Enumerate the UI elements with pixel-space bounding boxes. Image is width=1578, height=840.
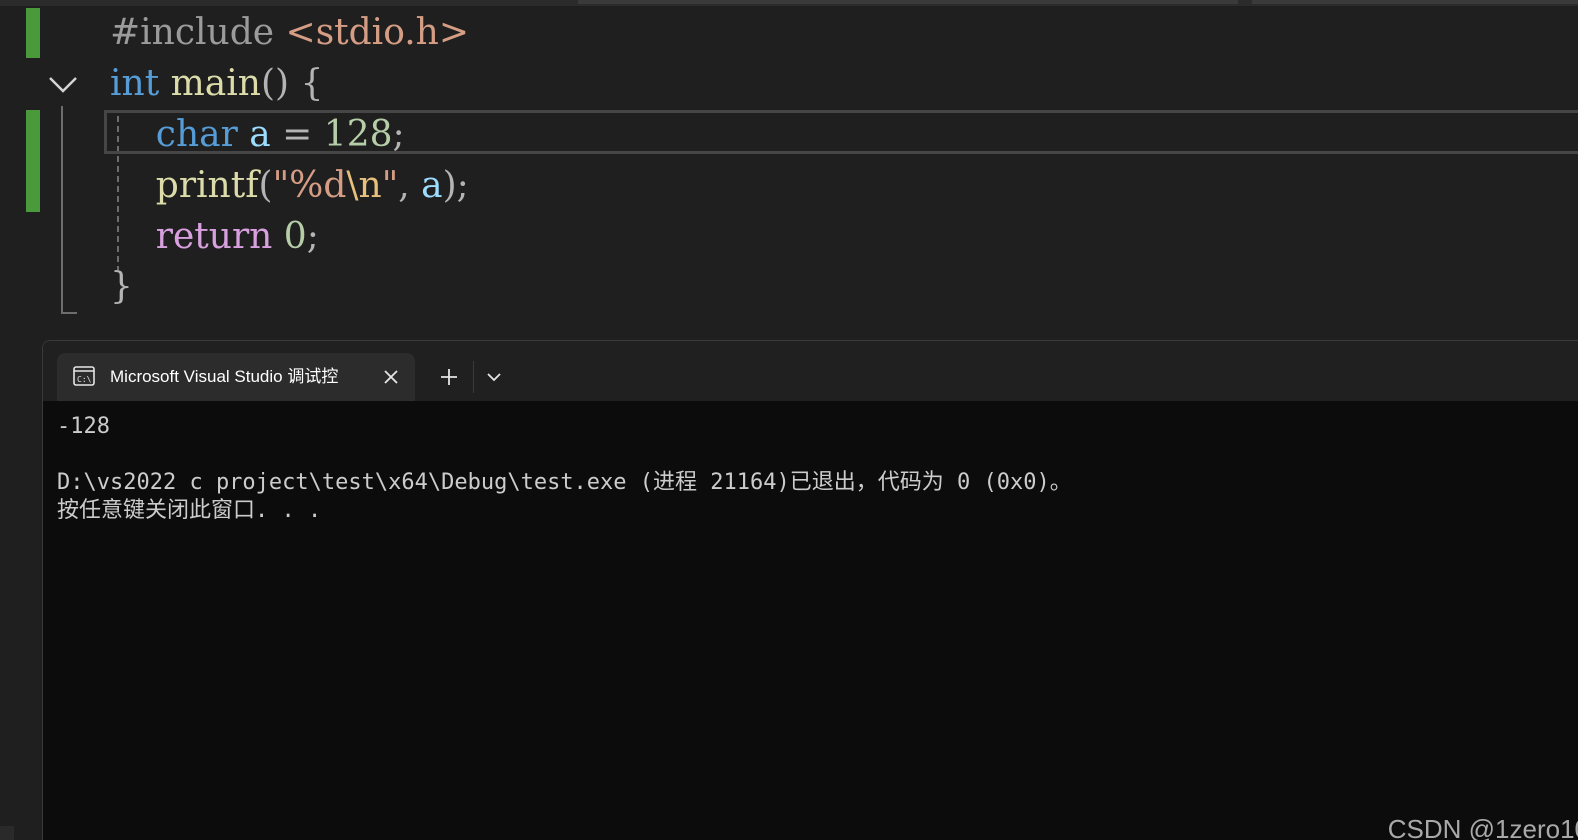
console-output-line: -128	[57, 414, 110, 439]
code-token-num: 0	[283, 216, 307, 257]
watermark: CSDN @1zero10	[1387, 814, 1578, 840]
code-token-punc	[238, 114, 249, 155]
tab-debug-console[interactable]: C:\ Microsoft Visual Studio 调试控	[57, 353, 415, 401]
code-line-2[interactable]: int main() {	[110, 59, 323, 109]
console-icon: C:\	[73, 366, 95, 386]
code-token-esc: \n	[346, 165, 382, 206]
code-token-pre: #include	[110, 12, 286, 53]
fold-guide-vertical	[61, 106, 63, 314]
chevron-down-icon[interactable]	[46, 68, 80, 102]
editor-top-scroll-strip	[0, 0, 1578, 6]
plus-icon[interactable]	[429, 357, 469, 397]
close-icon[interactable]	[379, 365, 403, 389]
svg-text:C:\: C:\	[77, 375, 92, 384]
change-marker-line-1	[26, 8, 40, 58]
console-output-line: 按任意键关闭此窗口. . .	[57, 498, 322, 523]
code-token-punc: }	[110, 266, 133, 307]
change-marker-lines-3-4	[26, 110, 40, 212]
code-line-6[interactable]: }	[110, 262, 133, 312]
code-token-punc: ,	[398, 165, 422, 206]
code-token-punc: ;	[392, 114, 405, 155]
screenshot-root: #include <stdio.h> int main() { char a =…	[0, 0, 1578, 840]
code-token-punc	[272, 216, 283, 257]
code-token-kw: int	[110, 63, 160, 104]
code-token-var: a	[421, 165, 443, 206]
code-token-kw: char	[155, 114, 238, 155]
code-token-punc: );	[442, 165, 469, 206]
code-token-str: "%d	[272, 165, 347, 206]
editor-top-strip-segment	[578, 0, 1238, 4]
corner-indicator	[0, 826, 14, 840]
code-token-punc	[110, 114, 156, 155]
code-token-punc	[110, 165, 156, 206]
code-token-punc: ;	[306, 216, 319, 257]
code-token-num: 128	[323, 114, 393, 155]
code-token-punc: (	[258, 165, 273, 206]
chevron-down-icon[interactable]	[479, 359, 509, 395]
fold-guide-end	[61, 312, 77, 314]
console-output-line: D:\vs2022 c project\test\x64\Debug\test.…	[57, 470, 1072, 495]
code-line-4[interactable]: printf("%d\n", a);	[110, 161, 469, 211]
code-token-fn: printf	[155, 165, 259, 206]
code-token-punc	[110, 216, 156, 257]
code-line-3[interactable]: char a = 128;	[110, 110, 405, 160]
code-line-5[interactable]: return 0;	[110, 212, 319, 262]
tab-separator	[473, 361, 474, 393]
tab-title: Microsoft Visual Studio 调试控	[110, 367, 339, 386]
code-token-fn: main	[170, 63, 261, 104]
editor-top-strip-segment	[1252, 0, 1578, 4]
code-token-str: "	[381, 165, 399, 206]
code-token-var: a	[249, 114, 271, 155]
tab-strip: C:\ Microsoft Visual Studio 调试控	[43, 341, 1578, 401]
code-token-punc: () {	[260, 63, 324, 104]
code-token-ctl: return	[155, 216, 273, 257]
code-token-punc: =	[270, 114, 324, 155]
code-token-str: <stdio.h>	[285, 12, 470, 53]
debug-console-window[interactable]: C:\ Microsoft Visual Studio 调试控 -128 D:\…	[42, 340, 1578, 840]
code-token-punc	[159, 63, 170, 104]
code-line-1[interactable]: #include <stdio.h>	[110, 8, 469, 58]
